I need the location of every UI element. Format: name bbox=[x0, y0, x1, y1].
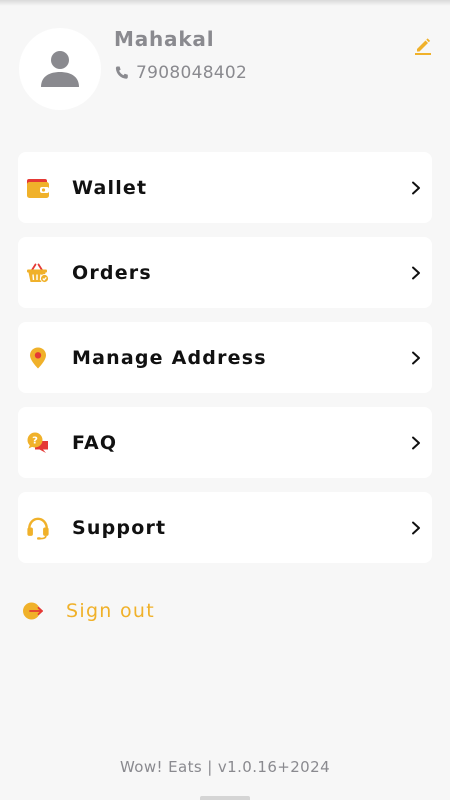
phone-number: 7908048402 bbox=[136, 63, 248, 83]
phone-row: 7908048402 bbox=[114, 63, 247, 83]
edit-pencil-icon bbox=[415, 38, 431, 55]
person-icon bbox=[41, 51, 79, 87]
signout-label: Sign out bbox=[66, 600, 155, 622]
menu-item-faq[interactable]: ? FAQ bbox=[18, 407, 432, 478]
account-menu: Wallet Orders Manage Address ? FAQ Suppo… bbox=[18, 152, 432, 577]
chevron-right-icon bbox=[412, 181, 420, 194]
app-version: Wow! Eats | v1.0.16+2024 bbox=[119, 758, 331, 776]
location-pin-icon bbox=[26, 346, 50, 370]
profile-header: Mahakal 7908048402 bbox=[0, 0, 450, 120]
headset-icon bbox=[26, 516, 50, 540]
menu-item-wallet[interactable]: Wallet bbox=[18, 152, 432, 223]
menu-label-faq: FAQ bbox=[72, 431, 118, 454]
menu-item-orders[interactable]: Orders bbox=[18, 237, 432, 308]
home-indicator bbox=[200, 796, 250, 800]
chevron-right-icon bbox=[412, 436, 420, 449]
signout-button[interactable]: Sign out bbox=[22, 600, 155, 622]
chevron-right-icon bbox=[412, 351, 420, 364]
user-name: Mahakal bbox=[114, 27, 215, 51]
phone-icon bbox=[115, 66, 128, 79]
edit-profile-button[interactable] bbox=[413, 36, 433, 56]
menu-item-support[interactable]: Support bbox=[18, 492, 432, 563]
menu-label-manage-address: Manage Address bbox=[72, 346, 267, 369]
chevron-right-icon bbox=[412, 266, 420, 279]
menu-label-orders: Orders bbox=[72, 261, 152, 284]
chevron-right-icon bbox=[412, 521, 420, 534]
wallet-icon bbox=[26, 176, 50, 200]
menu-item-manage-address[interactable]: Manage Address bbox=[18, 322, 432, 393]
menu-label-support: Support bbox=[72, 516, 167, 539]
signout-icon bbox=[23, 602, 43, 620]
menu-label-wallet: Wallet bbox=[72, 176, 148, 199]
avatar bbox=[19, 28, 101, 110]
faq-chat-icon: ? bbox=[26, 431, 50, 455]
svg-text:?: ? bbox=[32, 435, 38, 446]
basket-icon bbox=[26, 261, 50, 285]
